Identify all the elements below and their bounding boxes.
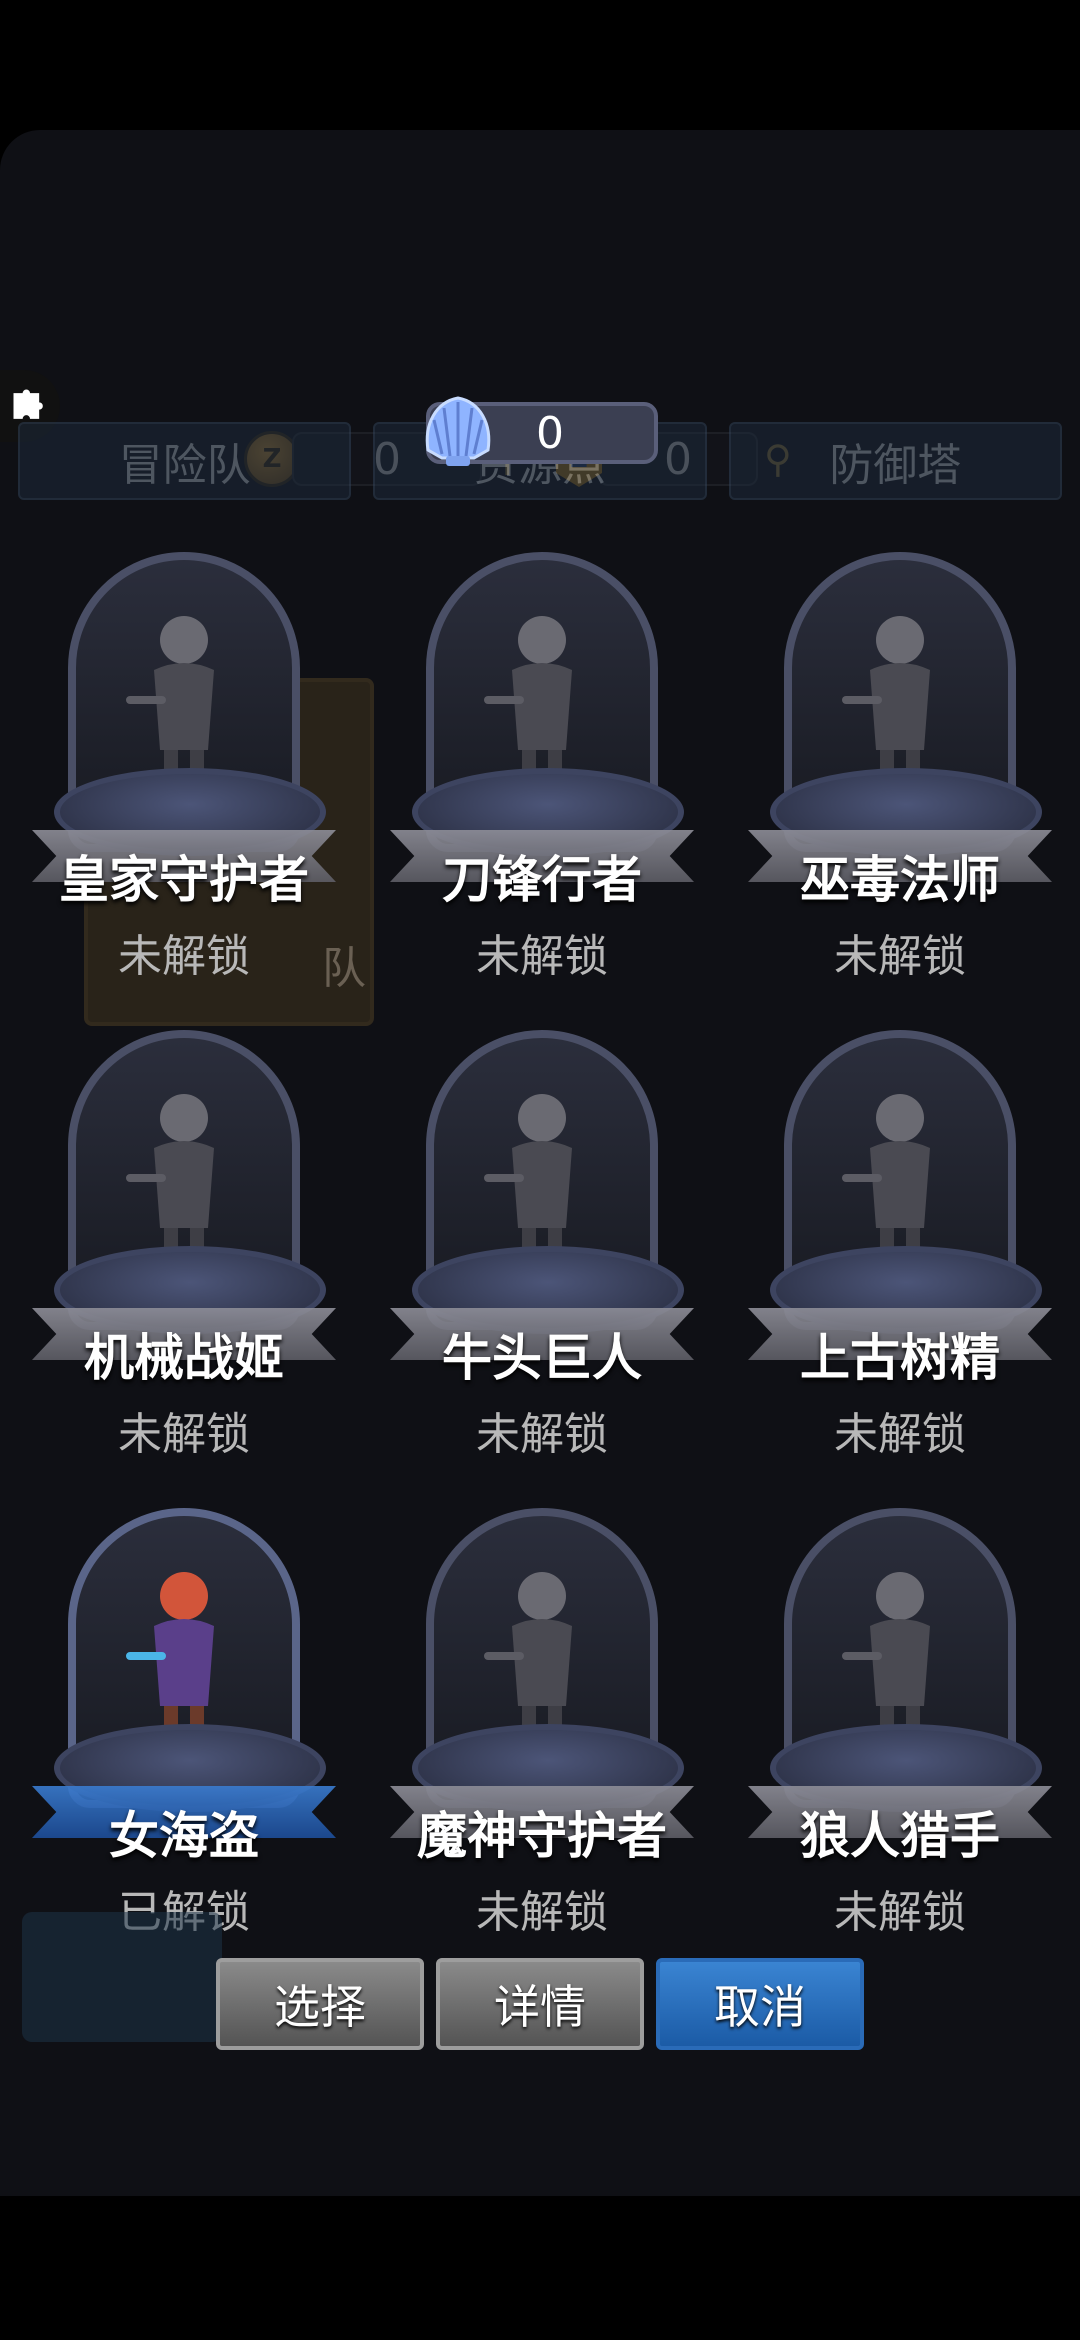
seashell-icon (425, 396, 491, 466)
shell-value: 0 (536, 407, 564, 459)
hero-name: 刀锋行者 (442, 851, 642, 909)
hero-name: 上古树精 (800, 1329, 1000, 1387)
hero-status: 未解锁 (476, 1887, 608, 1938)
hero-card[interactable]: 皇家守护者 未解锁 (24, 540, 344, 982)
cancel-button[interactable]: 取消 (656, 1958, 864, 2050)
hero-status: 未解锁 (118, 931, 250, 982)
hero-card[interactable]: 机械战姬 未解锁 (24, 1018, 344, 1460)
details-button[interactable]: 详情 (436, 1958, 644, 2050)
hero-status: 未解锁 (476, 1409, 608, 1460)
hero-status: 未解锁 (834, 1409, 966, 1460)
action-bar: 选择 详情 取消 (216, 1958, 864, 2050)
hero-status: 未解锁 (476, 931, 608, 982)
hero-name: 皇家守护者 (59, 851, 309, 909)
select-button[interactable]: 选择 (216, 1958, 424, 2050)
hero-name: 牛头巨人 (442, 1329, 642, 1387)
tab-defense-tower[interactable]: 防御塔 (728, 422, 1062, 500)
guild-emblem-panel (22, 1912, 222, 2042)
hero-status: 未解锁 (834, 1887, 966, 1938)
hero-card[interactable]: 牛头巨人 未解锁 (382, 1018, 702, 1460)
hero-name: 女海盗 (109, 1807, 259, 1865)
tab-adventure-team[interactable]: 冒险队 (18, 422, 352, 500)
hero-name: 魔神守护者 (417, 1807, 667, 1865)
hero-name: 狼人猎手 (800, 1807, 1000, 1865)
hero-name: 巫毒法师 (800, 851, 1000, 909)
hero-card[interactable]: 巫毒法师 未解锁 (740, 540, 1060, 982)
hero-card[interactable]: 上古树精 未解锁 (740, 1018, 1060, 1460)
hero-card[interactable]: 魔神守护者 未解锁 (382, 1496, 702, 1938)
hero-status: 未解锁 (118, 1409, 250, 1460)
hero-card[interactable]: 狼人猎手 未解锁 (740, 1496, 1060, 1938)
hero-card[interactable]: 女海盗已解锁 (24, 1496, 344, 1938)
hero-status: 未解锁 (834, 931, 966, 982)
hero-name: 机械战姬 (84, 1329, 284, 1387)
hero-card[interactable]: 刀锋行者 未解锁 (382, 540, 702, 982)
